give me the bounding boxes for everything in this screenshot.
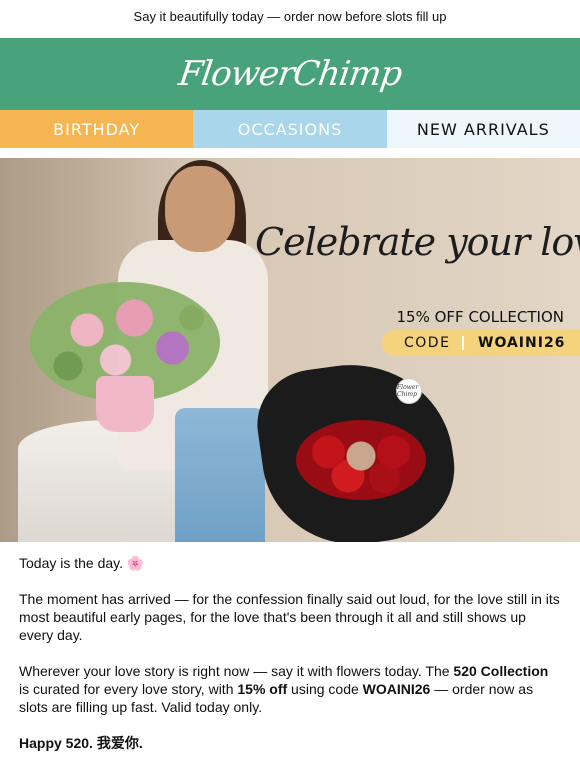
offer-text: 15% OFF COLLECTION xyxy=(396,308,565,326)
hero-banner[interactable]: Flower Chimp Celebrate your love 15% OFF… xyxy=(0,158,580,542)
code-label: CODE xyxy=(404,335,451,351)
code-divider xyxy=(462,336,464,350)
p2-text-c: is curated for every love story, with xyxy=(19,681,238,697)
red-roses-image xyxy=(296,420,426,500)
collection-name: 520 Collection xyxy=(453,663,549,679)
inline-promo-code: WOAINI26 xyxy=(362,681,431,697)
signoff-text: Happy 520. 我爱你. xyxy=(19,735,143,751)
intro-text: Today is the day. 🌸 xyxy=(19,555,145,571)
pink-vase-image xyxy=(96,376,154,432)
preheader-text: Say it beautifully today — order now bef… xyxy=(0,0,580,32)
model-face-image xyxy=(165,166,235,252)
model-skirt-image xyxy=(175,408,265,542)
paragraph-2: Wherever your love story is right now — … xyxy=(19,662,561,716)
bouquet-brand-tag: Flower Chimp xyxy=(396,378,422,404)
p2-text-e: using code xyxy=(287,681,363,697)
email-body: Today is the day. 🌸 The moment has arriv… xyxy=(0,542,580,752)
p2-text-a: Wherever your love story is right now — … xyxy=(19,663,454,679)
paragraph-1: The moment has arrived — for the confess… xyxy=(19,591,560,643)
discount-amount: 15% off xyxy=(237,681,288,697)
category-nav: BIRTHDAY OCCASIONS NEW ARRIVALS xyxy=(0,110,580,148)
brand-header: FlowerChimp xyxy=(0,38,580,110)
promo-code-pill: CODE WOAINI26 xyxy=(382,330,580,356)
nav-birthday[interactable]: BIRTHDAY xyxy=(0,110,194,148)
hero-headline: Celebrate your love xyxy=(255,220,580,264)
nav-new-arrivals[interactable]: NEW ARRIVALS xyxy=(386,110,580,148)
promo-code: WOAINI26 xyxy=(478,335,566,351)
signoff: Happy 520. 我爱你. xyxy=(19,734,561,752)
flowerchimp-logo[interactable]: FlowerChimp xyxy=(176,54,404,94)
nav-occasions[interactable]: OCCASIONS xyxy=(193,110,387,148)
